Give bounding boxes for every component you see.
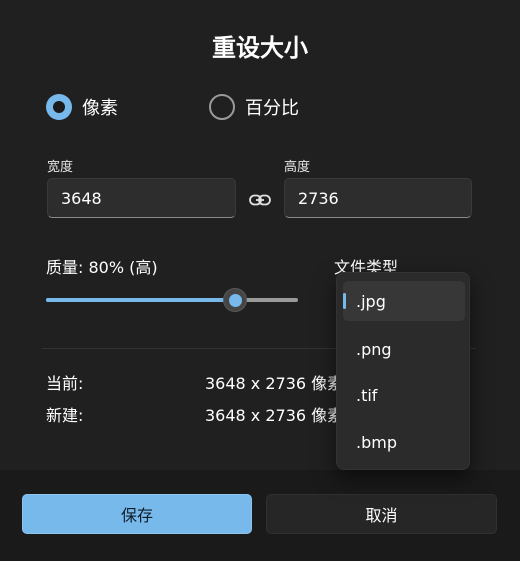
radio-pixels[interactable]: 像素 [46, 94, 118, 120]
slider-fill [46, 298, 235, 302]
width-label: 宽度 [47, 160, 74, 175]
cancel-button[interactable]: 取消 [266, 494, 497, 534]
file-type-option-label: .png [356, 339, 392, 359]
radio-unselected-icon [209, 94, 235, 120]
quality-slider[interactable] [46, 288, 298, 312]
width-input[interactable] [47, 178, 236, 218]
current-size-label: 当前: [46, 374, 84, 393]
quality-label: 质量: 80% (高) [46, 258, 158, 277]
file-type-option-jpg[interactable]: .jpg [343, 281, 465, 321]
file-type-option-label: .tif [356, 385, 378, 405]
link-icon[interactable] [248, 188, 272, 212]
current-size-value: 3648 x 2736 像素 [205, 374, 344, 393]
radio-selected-icon [46, 94, 72, 120]
save-button[interactable]: 保存 [22, 494, 252, 534]
radio-pixels-label: 像素 [82, 98, 118, 119]
slider-thumb[interactable] [223, 288, 247, 312]
file-type-option-bmp[interactable]: .bmp [343, 422, 465, 462]
selection-indicator [343, 293, 346, 309]
dialog-title: 重设大小 [212, 34, 308, 62]
new-size-value: 3648 x 2736 像素 [205, 406, 344, 425]
height-input[interactable] [284, 178, 472, 218]
file-type-option-tif[interactable]: .tif [343, 375, 465, 415]
radio-percent[interactable]: 百分比 [209, 94, 299, 120]
file-type-dropdown: .jpg .png .tif .bmp [336, 272, 470, 470]
height-label: 高度 [284, 160, 311, 175]
radio-percent-label: 百分比 [245, 98, 299, 119]
file-type-option-png[interactable]: .png [343, 329, 465, 369]
file-type-option-label: .jpg [356, 291, 386, 311]
new-size-label: 新建: [46, 406, 84, 425]
file-type-option-label: .bmp [356, 432, 397, 452]
